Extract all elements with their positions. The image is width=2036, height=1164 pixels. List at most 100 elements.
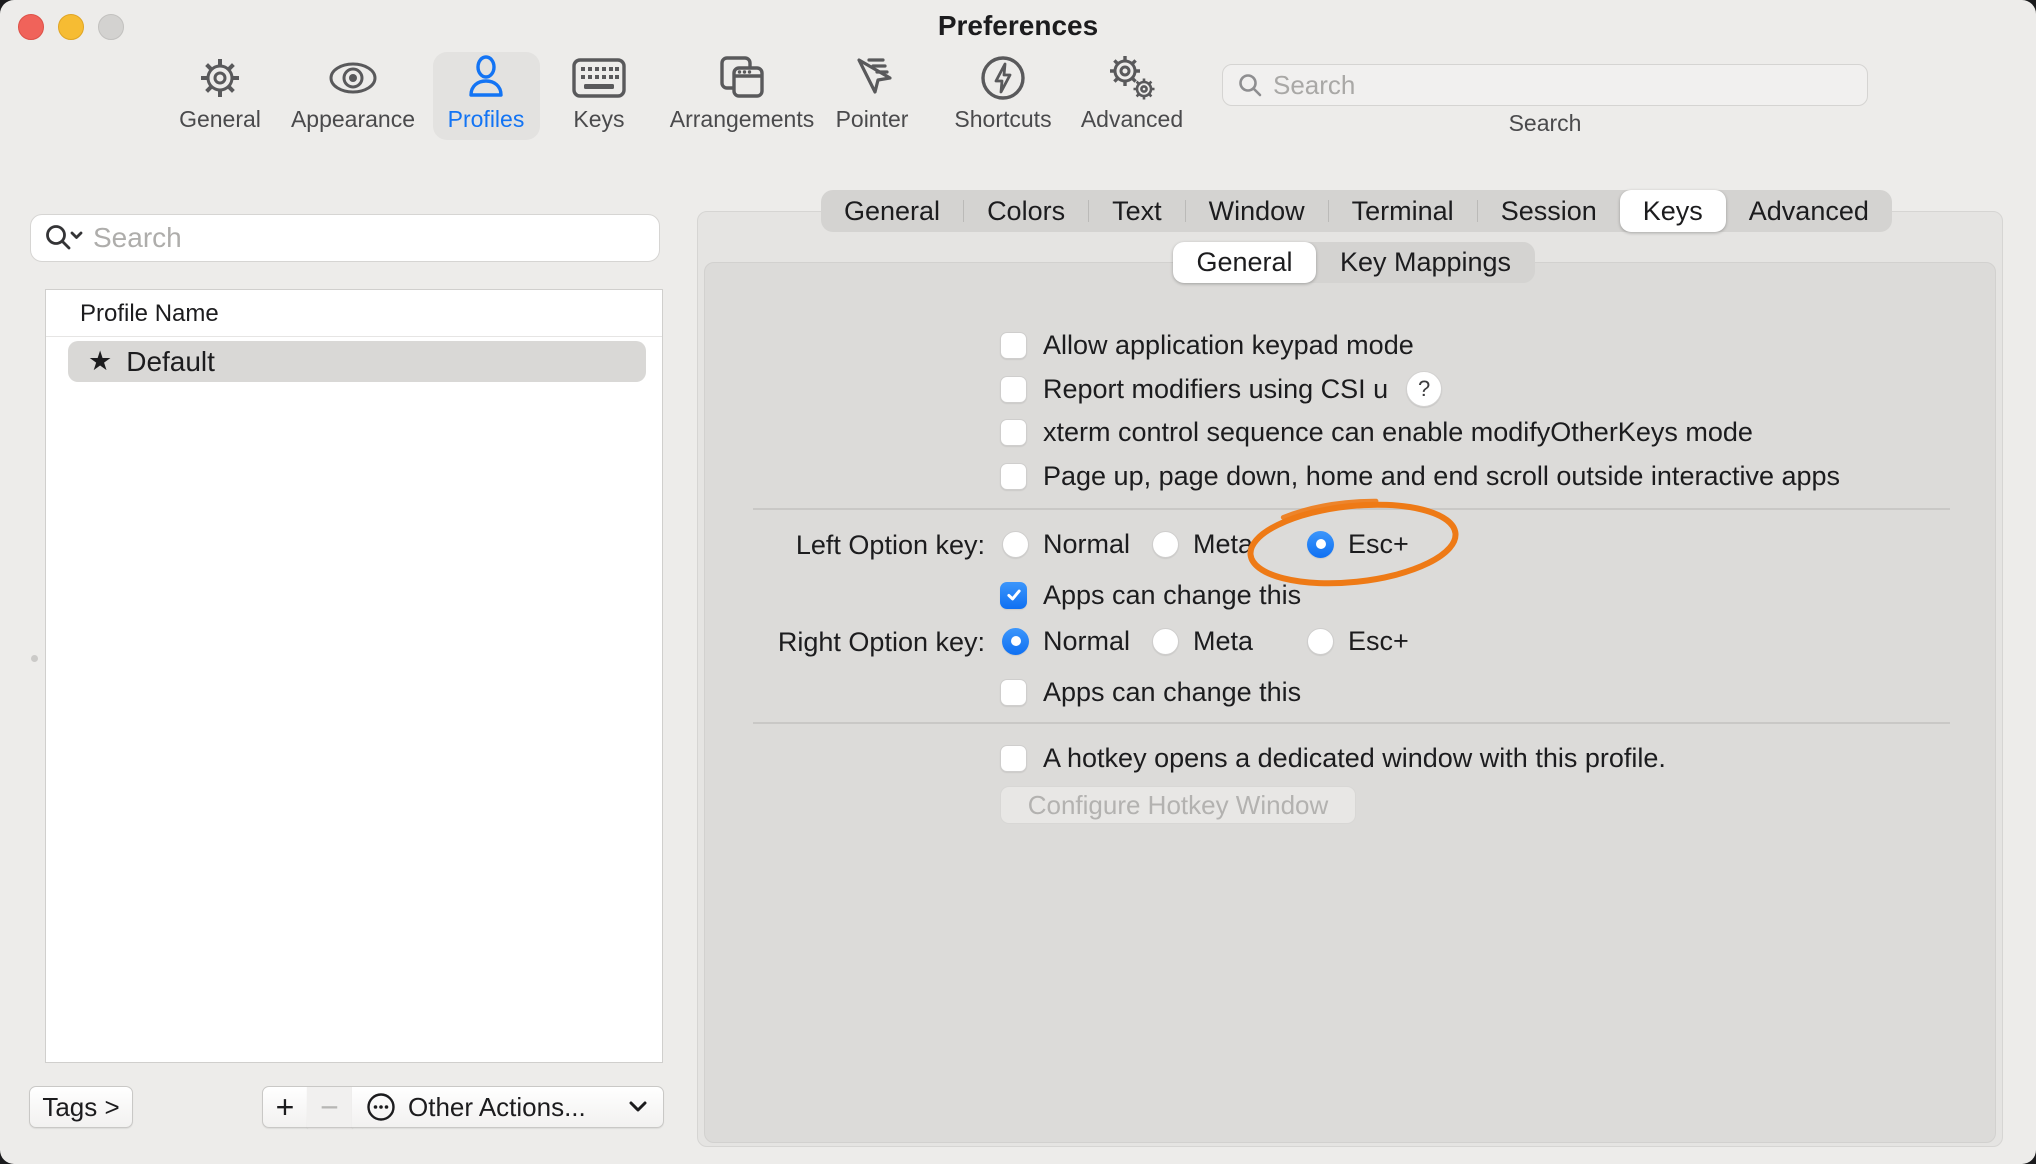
toolbar-label: General [145, 106, 295, 133]
search-scope-icon [43, 223, 83, 253]
checkbox-label: Report modifiers using CSI u [1043, 374, 1388, 405]
bolt-circle-icon [928, 52, 1078, 104]
checkbox-label: Allow application keypad mode [1043, 330, 1414, 361]
checkbox-row-keypad: Allow application keypad mode [1000, 331, 1414, 359]
checkbox-label: Apps can change this [1043, 580, 1301, 611]
star-icon: ★ [88, 348, 112, 375]
toolbar-search-label: Search [1465, 110, 1625, 137]
profile-list [45, 289, 663, 1063]
checkbox-row-page-scroll: Page up, page down, home and end scroll … [1000, 462, 1840, 490]
checkbox-row-modifyotherkeys: xterm control sequence can enable modify… [1000, 418, 1753, 446]
checkbox[interactable] [1000, 745, 1027, 772]
double-gear-icon [1057, 52, 1207, 104]
tab-session[interactable]: Session [1478, 190, 1620, 232]
plus-icon: + [276, 1089, 295, 1126]
toolbar-item-advanced[interactable]: Advanced [1057, 52, 1207, 133]
remove-profile-button[interactable]: − [307, 1086, 353, 1128]
minus-icon: − [320, 1089, 339, 1126]
toolbar-item-keys[interactable]: Keys [524, 52, 674, 133]
right-option-key-label: Right Option key: [700, 627, 985, 658]
tab-text[interactable]: Text [1089, 190, 1185, 232]
radio-left-meta: Meta [1152, 530, 1253, 558]
gear-icon [145, 52, 295, 104]
radio[interactable] [1152, 531, 1179, 558]
radio-label: Normal [1043, 529, 1130, 560]
window-title: Preferences [0, 10, 2036, 42]
toolbar-item-pointer[interactable]: Pointer [797, 52, 947, 133]
radio-left-normal: Normal [1002, 530, 1130, 558]
screen: Preferences General Appearance [0, 0, 2036, 1164]
section-divider [753, 508, 1950, 510]
radio-label: Meta [1193, 626, 1253, 657]
keyboard-icon [524, 52, 674, 104]
profile-row-default[interactable]: ★ Default [68, 341, 646, 382]
toolbar-label: Arrangements [667, 106, 817, 133]
radio-label: Esc+ [1348, 626, 1409, 657]
toolbar-item-shortcuts[interactable]: Shortcuts [928, 52, 1078, 133]
subtab-key-mappings[interactable]: Key Mappings [1316, 242, 1535, 283]
toolbar-label: Appearance [278, 106, 428, 133]
tab-keys[interactable]: Keys [1620, 190, 1726, 232]
checkbox-row-left-apps-change: Apps can change this [1000, 581, 1301, 609]
radio[interactable] [1152, 628, 1179, 655]
radio-selected[interactable] [1002, 628, 1029, 655]
checkbox-label: xterm control sequence can enable modify… [1043, 417, 1753, 448]
other-actions-dropdown[interactable]: Other Actions... [352, 1086, 664, 1128]
checkbox[interactable] [1000, 463, 1027, 490]
radio-right-normal: Normal [1002, 627, 1130, 655]
radio-label: Normal [1043, 626, 1130, 657]
tab-general[interactable]: General [821, 190, 963, 232]
profile-tab-bar: General Colors Text Window Terminal Sess… [821, 190, 1892, 232]
chevron-down-icon [627, 1100, 649, 1114]
keys-subtab-bar: General Key Mappings [1173, 242, 1535, 283]
help-button[interactable]: ? [1406, 371, 1442, 407]
tab-window[interactable]: Window [1186, 190, 1328, 232]
other-actions-label: Other Actions... [408, 1092, 627, 1123]
radio-label: Esc+ [1348, 529, 1409, 560]
radio-right-meta: Meta [1152, 627, 1253, 655]
toolbar-search-placeholder: Search [1273, 70, 1355, 101]
profile-search-field[interactable]: Search [30, 214, 660, 262]
add-profile-button[interactable]: + [262, 1086, 308, 1128]
list-header-divider [46, 336, 662, 337]
toolbar-search-field[interactable]: Search [1222, 64, 1868, 106]
cursor-icon [797, 52, 947, 104]
checkbox[interactable] [1000, 376, 1027, 403]
tags-button[interactable]: Tags > [29, 1086, 133, 1128]
toolbar-item-appearance[interactable]: Appearance [278, 52, 428, 133]
radio-left-esc: Esc+ [1307, 530, 1409, 558]
radio-selected[interactable] [1307, 531, 1334, 558]
toolbar-label: Keys [524, 106, 674, 133]
profile-list-header: Profile Name [80, 300, 219, 328]
toolbar-label: Advanced [1057, 106, 1207, 133]
radio[interactable] [1307, 628, 1334, 655]
subtab-general[interactable]: General [1173, 242, 1316, 283]
tags-button-label: Tags > [42, 1092, 119, 1123]
toolbar-label: Shortcuts [928, 106, 1078, 133]
profile-name: Default [126, 346, 215, 378]
checkbox[interactable] [1000, 332, 1027, 359]
toolbar-item-general[interactable]: General [145, 52, 295, 133]
configure-hotkey-window-button[interactable]: Configure Hotkey Window [1000, 786, 1356, 824]
windows-icon [667, 52, 817, 104]
eye-icon [278, 52, 428, 104]
radio-label: Meta [1193, 529, 1253, 560]
toolbar-item-arrangements[interactable]: Arrangements [667, 52, 817, 133]
radio-right-esc: Esc+ [1307, 627, 1409, 655]
checkbox[interactable] [1000, 419, 1027, 446]
checkbox-checked[interactable] [1000, 582, 1027, 609]
checkbox-label: Apps can change this [1043, 677, 1301, 708]
preferences-window: Preferences General Appearance [0, 0, 2036, 1164]
checkbox[interactable] [1000, 679, 1027, 706]
checkbox-label: Page up, page down, home and end scroll … [1043, 461, 1840, 492]
toolbar-label: Pointer [797, 106, 947, 133]
left-option-key-label: Left Option key: [700, 530, 985, 561]
tab-colors[interactable]: Colors [964, 190, 1088, 232]
radio[interactable] [1002, 531, 1029, 558]
ellipsis-circle-icon [366, 1092, 396, 1122]
checkbox-row-right-apps-change: Apps can change this [1000, 678, 1301, 706]
tab-terminal[interactable]: Terminal [1329, 190, 1477, 232]
search-icon [1237, 72, 1263, 98]
tab-advanced[interactable]: Advanced [1726, 190, 1892, 232]
checkbox-row-hotkey: A hotkey opens a dedicated window with t… [1000, 744, 1666, 772]
